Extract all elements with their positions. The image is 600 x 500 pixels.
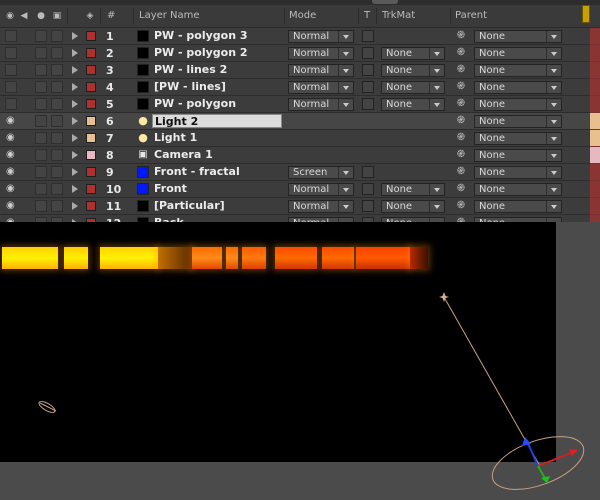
camera-icon[interactable]: [37, 399, 57, 414]
viewer-gizmo-overlay: [37, 292, 585, 490]
